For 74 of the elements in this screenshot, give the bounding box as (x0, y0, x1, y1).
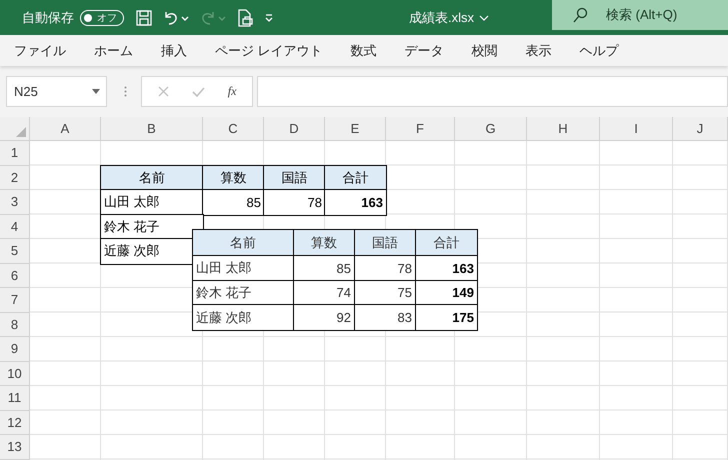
table-cell: 163 (416, 256, 477, 281)
row-header[interactable]: 1 (0, 141, 30, 166)
chevron-down-icon[interactable] (479, 14, 489, 20)
row-header[interactable]: 11 (0, 386, 30, 410)
table-cell: 山田 太郎 (193, 256, 294, 281)
column-header[interactable]: H (527, 117, 600, 141)
table-cell: 78 (264, 190, 325, 214)
row-header[interactable]: 8 (0, 312, 30, 337)
dropdown-arrow-icon[interactable] (92, 89, 100, 94)
document-icon[interactable] (237, 8, 253, 26)
table-cell: 83 (355, 305, 416, 330)
table-cell: 鈴木 花子 (193, 281, 294, 305)
column-header[interactable]: F (386, 117, 455, 141)
table-cell: 74 (294, 281, 355, 305)
row-header[interactable]: 5 (0, 239, 30, 264)
table-cell: 85 (203, 190, 264, 214)
table-cell: 合計 (416, 230, 477, 256)
column-header[interactable]: C (203, 117, 264, 141)
table-cell: 名前 (101, 166, 203, 190)
pasted-table-picture[interactable]: 名前 算数 国語 合計 山田 太郎 85 78 163 鈴木 花子 74 75 149 近藤 次郎 92 83 175 (192, 229, 478, 331)
menu-tab[interactable]: 挿入 (161, 42, 202, 60)
table-cell: 近藤 次郎 (193, 305, 294, 330)
table-cell: 名前 (193, 230, 294, 256)
menu-tab[interactable]: 数式 (350, 42, 392, 60)
menu-tab[interactable]: 校閲 (472, 42, 513, 60)
table-cell: 78 (355, 256, 416, 281)
table-cell: 85 (294, 256, 355, 281)
formula-input[interactable] (257, 76, 728, 107)
menu-tab[interactable]: ページ レイアウト (215, 42, 338, 60)
row-header[interactable]: 6 (0, 264, 30, 288)
table-cell: 合計 (325, 166, 386, 190)
row-header[interactable]: 4 (0, 214, 30, 239)
column-header[interactable]: G (455, 117, 527, 141)
column-header[interactable]: I (600, 117, 673, 141)
autosave-toggle[interactable]: オフ (80, 10, 124, 26)
row-header[interactable]: 10 (0, 362, 30, 386)
menu-tab[interactable]: ヘルプ (580, 42, 634, 60)
autosave-label: 自動保存 (22, 8, 74, 26)
table-cell: 算数 (294, 230, 355, 256)
table-cell: 92 (294, 305, 355, 330)
table-cell: 国語 (264, 166, 325, 190)
customize-icon[interactable] (264, 12, 274, 22)
file-name[interactable]: 成績表.xlsx (409, 8, 474, 26)
table-cell: 算数 (203, 166, 264, 190)
menu-tab[interactable]: ホーム (94, 42, 148, 60)
row-header[interactable]: 3 (0, 190, 30, 214)
table-cell: 75 (355, 281, 416, 305)
table-cell: 鈴木 花子 (101, 214, 203, 239)
row-header[interactable]: 9 (0, 337, 30, 362)
search-box[interactable]: 検索 (Alt+Q) (552, 0, 728, 30)
row-header[interactable]: 13 (0, 435, 30, 460)
column-header[interactable]: D (264, 117, 325, 141)
row-header[interactable]: 12 (0, 410, 30, 435)
undo-icon[interactable] (163, 10, 189, 26)
search-placeholder: 検索 (Alt+Q) (606, 6, 678, 24)
row-header[interactable]: 2 (0, 166, 30, 190)
name-box[interactable]: N25 (6, 76, 107, 107)
table-cell: 149 (416, 281, 477, 305)
column-header[interactable]: A (30, 117, 101, 141)
row-header[interactable]: 7 (0, 288, 30, 312)
menu-tab[interactable]: 表示 (526, 42, 567, 60)
table-cell: 国語 (355, 230, 416, 256)
more-icon (124, 86, 127, 97)
insert-function-button[interactable]: fx (228, 84, 236, 99)
menu-tab[interactable]: データ (404, 42, 459, 60)
column-header[interactable]: B (101, 117, 203, 141)
table-cell: 163 (325, 190, 386, 214)
search-icon (572, 7, 588, 23)
column-header[interactable]: J (673, 117, 728, 141)
table-cell-text: 175 (451, 309, 475, 327)
column-header[interactable]: E (325, 117, 386, 141)
table-cell: 山田 太郎 (101, 190, 203, 214)
save-icon[interactable] (136, 10, 152, 26)
menu-tab[interactable]: ファイル (14, 42, 81, 60)
